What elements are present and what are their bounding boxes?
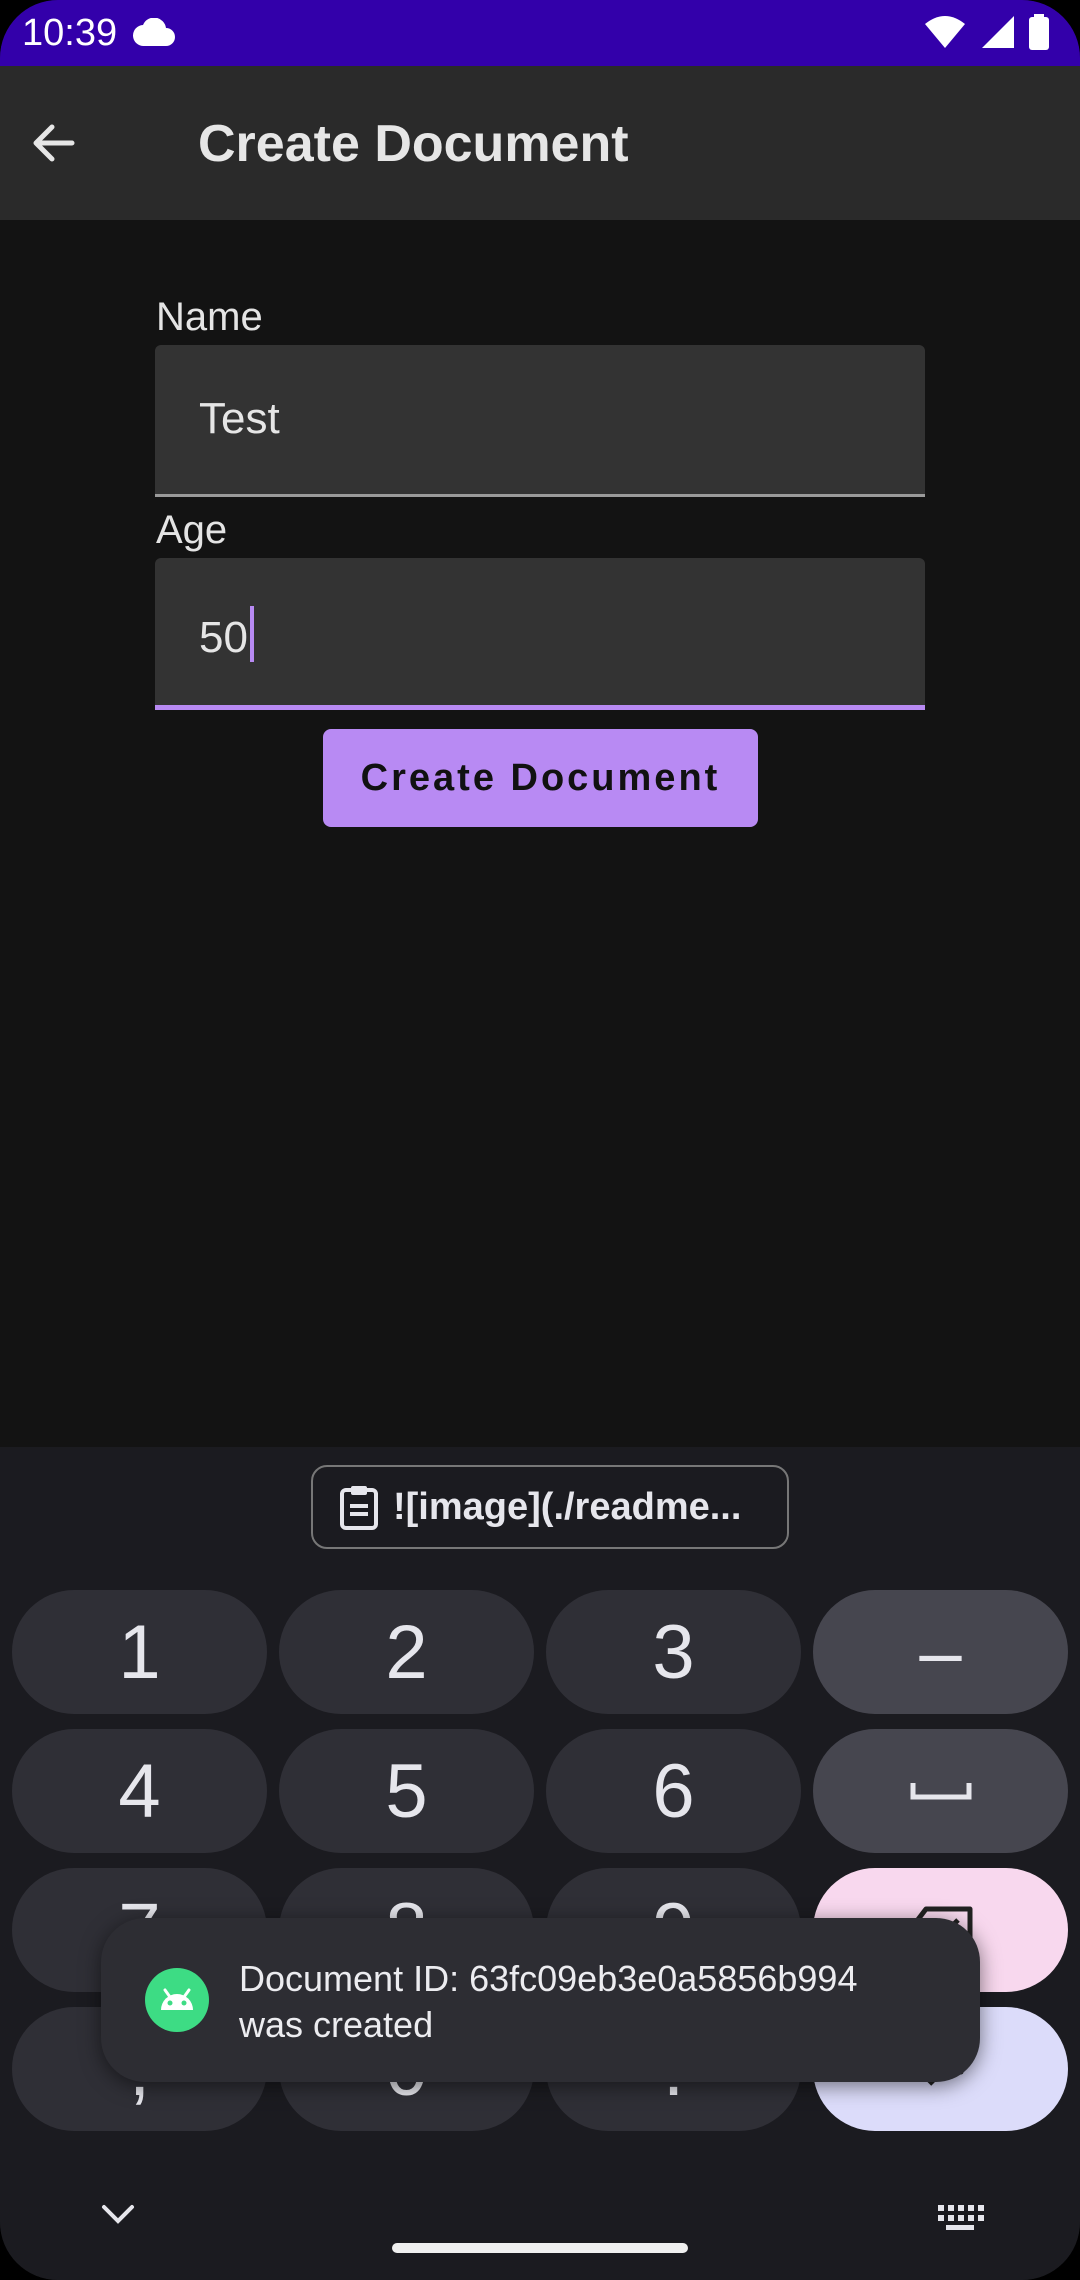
age-field[interactable]: 50	[155, 558, 925, 710]
chevron-down-icon	[102, 2205, 134, 2224]
battery-icon	[1029, 14, 1049, 50]
status-time: 10:39	[22, 12, 118, 54]
switch-keyboard-button[interactable]	[936, 2203, 984, 2238]
app-bar: Create Document	[0, 66, 1080, 220]
numeric-keyboard: ![image](./readme... 1 2 3 – 4 5 6 7 8 9…	[0, 1447, 1080, 2280]
back-button[interactable]	[12, 101, 96, 185]
key-2[interactable]: 2	[279, 1590, 534, 1714]
page-title: Create Document	[198, 115, 629, 173]
phone-screen: 10:39 Create Document Name Test Age 50 C…	[0, 0, 1080, 2280]
cloud-icon	[132, 17, 176, 53]
toast-line-1: Document ID: 63fc09eb3e0a5856b994	[239, 1958, 858, 1999]
key-space[interactable]	[813, 1729, 1068, 1853]
name-value: Test	[199, 394, 280, 443]
android-icon	[145, 1968, 209, 2037]
gesture-navigation-handle[interactable]	[392, 2243, 688, 2253]
toast-line-2: was created	[239, 2004, 434, 2045]
clipboard-icon	[340, 1486, 378, 1530]
age-value: 50	[199, 613, 248, 662]
clipboard-chip-text: ![image](./readme...	[393, 1485, 742, 1528]
key-6[interactable]: 6	[546, 1729, 801, 1853]
clipboard-suggestion-chip[interactable]: ![image](./readme...	[311, 1465, 789, 1549]
hide-keyboard-button[interactable]	[96, 2199, 140, 2234]
key-minus[interactable]: –	[813, 1590, 1068, 1714]
key-5[interactable]: 5	[279, 1729, 534, 1853]
age-label: Age	[156, 508, 228, 552]
arrow-back-icon	[33, 124, 75, 162]
name-field[interactable]: Test	[155, 345, 925, 497]
keyboard-icon	[938, 2205, 984, 2230]
key-4[interactable]: 4	[12, 1729, 267, 1853]
create-document-button[interactable]: Create Document	[323, 729, 758, 827]
text-cursor	[249, 606, 254, 662]
key-3[interactable]: 3	[546, 1590, 801, 1714]
status-icons	[915, 14, 1050, 50]
toast-text: Document ID: 63fc09eb3e0a5856b994 was cr…	[239, 1956, 959, 2048]
space-icon	[910, 1783, 971, 1800]
key-1[interactable]: 1	[12, 1590, 267, 1714]
age-value-wrap: 50	[199, 606, 254, 664]
toast-message: Document ID: 63fc09eb3e0a5856b994 was cr…	[101, 1918, 980, 2082]
name-label: Name	[156, 295, 263, 339]
status-bar: 10:39	[0, 0, 1080, 66]
wifi-icon	[925, 16, 966, 48]
cellular-signal-icon	[981, 16, 1014, 48]
